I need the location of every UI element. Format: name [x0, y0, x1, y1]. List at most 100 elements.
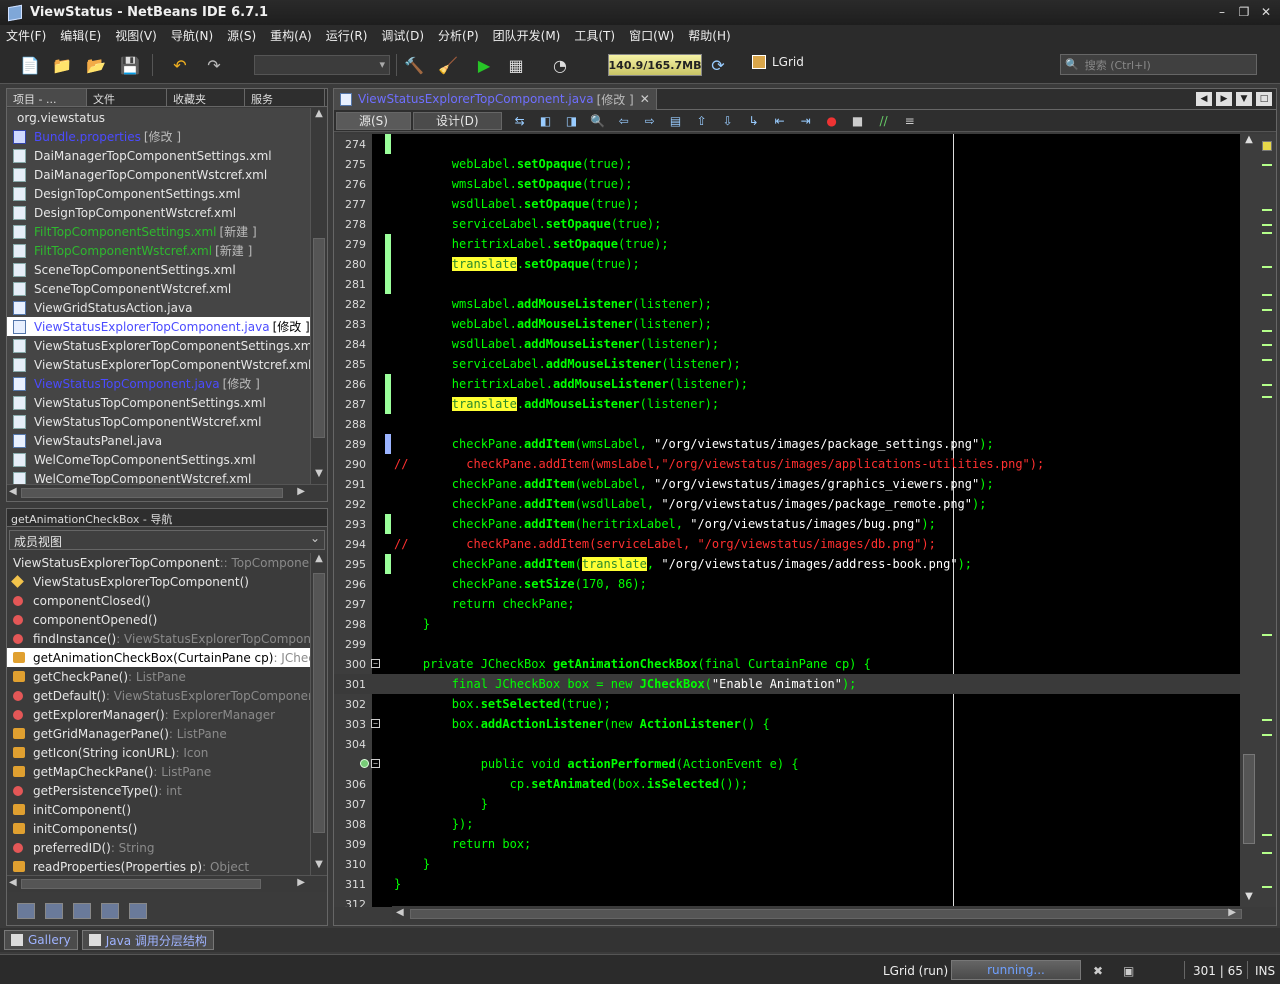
- code-line[interactable]: 283 webLabel.addMouseListener(listener);: [334, 314, 1240, 334]
- restore-button[interactable]: ❐: [1236, 4, 1252, 20]
- close-button[interactable]: ✕: [1258, 4, 1274, 20]
- code-line[interactable]: 302 box.setSelected(true);: [334, 694, 1240, 714]
- tree-file-item[interactable]: ViewStatusTopComponentWstcref.xml: [7, 412, 310, 431]
- tree-file-item[interactable]: DesignTopComponentWstcref.xml: [7, 203, 310, 222]
- member-item[interactable]: componentOpened(): [7, 610, 310, 629]
- minimize-button[interactable]: –: [1214, 4, 1230, 20]
- package-node[interactable]: org.viewstatus: [7, 108, 310, 127]
- editor-tab[interactable]: ViewStatusExplorerTopComponent.java [修改 …: [334, 88, 657, 110]
- menu-debug[interactable]: 调试(D): [381, 27, 424, 44]
- code-line[interactable]: 278 serviceLabel.setOpaque(true);: [334, 214, 1240, 234]
- code-line[interactable]: 288: [334, 414, 1240, 434]
- tree-file-item[interactable]: ViewStatusTopComponent.java [修改 ]: [7, 374, 310, 393]
- tree-file-item[interactable]: ViewStautsPanel.java: [7, 431, 310, 450]
- tree-file-item[interactable]: DaiManagerTopComponentSettings.xml: [7, 146, 310, 165]
- member-item[interactable]: ViewStatusExplorerTopComponent(): [7, 572, 310, 591]
- memory-indicator[interactable]: 140.9/165.7MB: [608, 54, 702, 76]
- override-annotation-icon[interactable]: [360, 759, 369, 768]
- menu-tools[interactable]: 工具(T): [574, 27, 615, 44]
- code-line[interactable]: 289 checkPane.addItem(wmsLabel, "/org/vi…: [334, 434, 1240, 454]
- member-item[interactable]: initComponents(): [7, 819, 310, 838]
- filter-static-icon[interactable]: [45, 903, 63, 919]
- member-item[interactable]: ViewStatusExplorerTopComponent :: TopCom…: [7, 553, 310, 572]
- code-line[interactable]: 275 webLabel.setOpaque(true);: [334, 154, 1240, 174]
- member-item[interactable]: getMapCheckPane() : ListPane: [7, 762, 310, 781]
- source-view-button[interactable]: 源(S): [336, 111, 411, 130]
- menu-file[interactable]: 文件(F): [6, 27, 46, 44]
- gallery-button[interactable]: Gallery: [4, 930, 78, 950]
- redo-icon[interactable]: ↷: [202, 53, 226, 77]
- fold-toggle-icon[interactable]: −: [371, 659, 380, 668]
- menu-source[interactable]: 源(S): [227, 27, 256, 44]
- tab-projects[interactable]: 项目 - ...: [7, 89, 87, 106]
- notification-icon[interactable]: ▣: [1123, 964, 1134, 978]
- member-item[interactable]: initComponent(): [7, 800, 310, 819]
- progress-bar[interactable]: running...: [951, 960, 1081, 980]
- menu-run[interactable]: 运行(R): [326, 27, 368, 44]
- fold-toggle-icon[interactable]: −: [371, 759, 380, 768]
- tab-services[interactable]: 服务: [245, 89, 325, 106]
- configuration-combo[interactable]: [254, 55, 390, 75]
- tree-file-item[interactable]: SceneTopComponentWstcref.xml: [7, 279, 310, 298]
- cancel-process-icon[interactable]: ✖: [1093, 964, 1103, 978]
- filter-nonpublic-icon[interactable]: [73, 903, 91, 919]
- code-line[interactable]: 290//// checkPane.addItem(wmsLabel,"/org…: [334, 454, 1240, 474]
- design-view-button[interactable]: 设计(D): [412, 111, 502, 130]
- running-project[interactable]: LGrid (run): [883, 964, 948, 978]
- filter-sort-icon[interactable]: [129, 903, 147, 919]
- error-stripe[interactable]: [1258, 134, 1276, 907]
- open-project-icon[interactable]: 📂: [84, 53, 108, 77]
- code-line[interactable]: 300− private JCheckBox getAnimationCheck…: [334, 654, 1240, 674]
- project-vscroll[interactable]: ▲ ▼: [310, 108, 327, 484]
- document-list-icon[interactable]: ▼: [1236, 92, 1252, 106]
- code-line[interactable]: 306 cp.setAnimated(box.isSelected());: [334, 774, 1240, 794]
- code-line[interactable]: 291 checkPane.addItem(webLabel, "/org/vi…: [334, 474, 1240, 494]
- run-icon[interactable]: ▶: [472, 53, 496, 77]
- code-line[interactable]: 304: [334, 734, 1240, 754]
- tree-file-item[interactable]: ViewStatusTopComponentSettings.xml: [7, 393, 310, 412]
- filter-fields-icon[interactable]: [17, 903, 35, 919]
- tree-file-item[interactable]: WelComeTopComponentWstcref.xml: [7, 469, 310, 484]
- history-icon[interactable]: ⇆: [512, 114, 528, 128]
- build-icon[interactable]: 🔨: [402, 53, 426, 77]
- code-line[interactable]: 311}: [334, 874, 1240, 894]
- gc-icon[interactable]: ⟳: [706, 53, 730, 77]
- code-line[interactable]: 298 }: [334, 614, 1240, 634]
- member-item[interactable]: getGridManagerPane() : ListPane: [7, 724, 310, 743]
- code-line[interactable]: 282 wmsLabel.addMouseListener(listener);: [334, 294, 1240, 314]
- tree-file-item[interactable]: FiltTopComponentWstcref.xml [新建 ]: [7, 241, 310, 260]
- code-line[interactable]: 281: [334, 274, 1240, 294]
- main-project[interactable]: LGrid: [752, 55, 804, 69]
- code-line[interactable]: 309 return box;: [334, 834, 1240, 854]
- new-project-icon[interactable]: 📁: [50, 53, 74, 77]
- code-line[interactable]: 279 heritrixLabel.setOpaque(true);: [334, 234, 1240, 254]
- tree-file-item[interactable]: ViewStatusExplorerTopComponentSettings.x…: [7, 336, 310, 355]
- member-item[interactable]: getAnimationCheckBox(CurtainPane cp) : J…: [7, 648, 310, 667]
- back-icon[interactable]: ◧: [538, 114, 554, 128]
- menu-team[interactable]: 团队开发(M): [493, 27, 561, 44]
- tab-files[interactable]: 文件: [87, 89, 167, 106]
- code-line[interactable]: 293 checkPane.addItem(heritrixLabel, "/o…: [334, 514, 1240, 534]
- tree-file-item[interactable]: FiltTopComponentSettings.xml [新建 ]: [7, 222, 310, 241]
- save-all-icon[interactable]: 💾: [118, 53, 142, 77]
- prev-bookmark-icon[interactable]: ⇧: [694, 114, 710, 128]
- call-hierarchy-button[interactable]: Java 调用分层结构: [81, 930, 214, 950]
- code-line[interactable]: 277 wsdlLabel.setOpaque(true);: [334, 194, 1240, 214]
- tree-file-item[interactable]: SceneTopComponentSettings.xml: [7, 260, 310, 279]
- code-area[interactable]: 274 275 webLabel.setOpaque(true); 276 wmsL…: [334, 134, 1240, 907]
- tree-file-item[interactable]: Bundle.properties [修改 ]: [7, 127, 310, 146]
- uncomment-icon[interactable]: ≡: [902, 114, 918, 128]
- code-line[interactable]: 295 checkPane.addItem(translate, "/org/v…: [334, 554, 1240, 574]
- debug-icon[interactable]: ▦: [504, 53, 528, 77]
- stop-macro-icon[interactable]: ■: [850, 114, 866, 128]
- scroll-right-icon[interactable]: ▶: [1216, 92, 1232, 106]
- tree-file-item[interactable]: ViewGridStatusAction.java: [7, 298, 310, 317]
- filter-inherited-icon[interactable]: [101, 903, 119, 919]
- code-line[interactable]: 284 wsdlLabel.addMouseListener(listener)…: [334, 334, 1240, 354]
- find-icon[interactable]: 🔍: [590, 114, 606, 128]
- toggle-bookmark-icon[interactable]: ↳: [746, 114, 762, 128]
- next-bookmark-icon[interactable]: ⇩: [720, 114, 736, 128]
- code-line[interactable]: − public void actionPerformed(ActionEven…: [334, 754, 1240, 774]
- new-file-icon[interactable]: 📄: [18, 53, 42, 77]
- member-item[interactable]: getIcon(String iconURL) : Icon: [7, 743, 310, 762]
